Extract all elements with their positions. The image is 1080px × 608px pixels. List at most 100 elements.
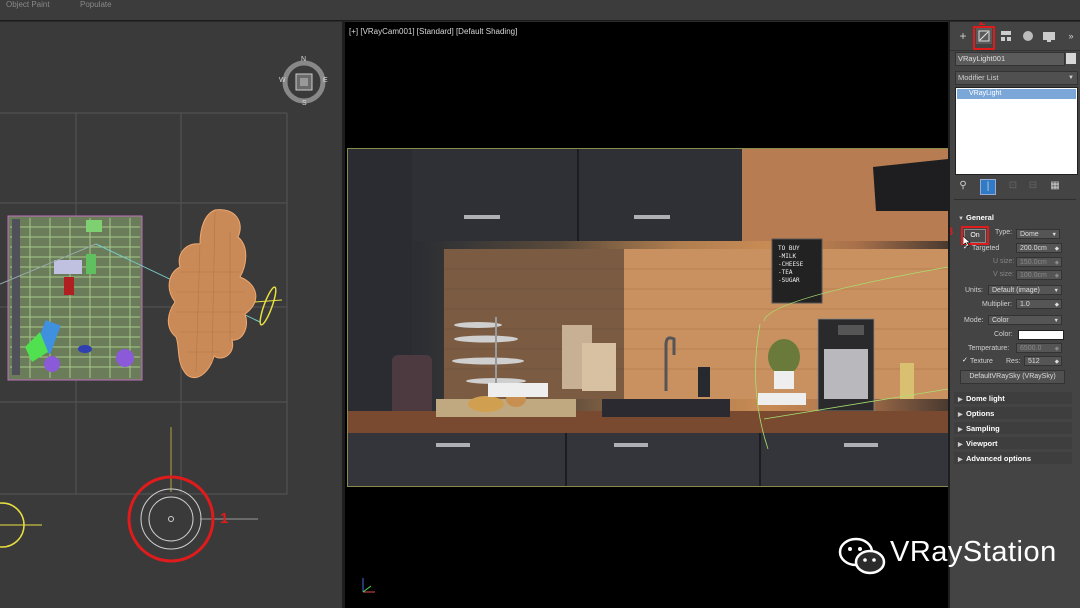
collapse-triangle-icon: ▼	[958, 216, 964, 222]
rollout-label: Viewport	[966, 439, 998, 448]
expand-triangle-icon: ▶	[958, 442, 963, 448]
u-size-spinner[interactable]: 150.0cm ◆	[1016, 257, 1062, 267]
hierarchy-tab-icon[interactable]	[998, 28, 1014, 44]
spinner-arrows-icon: ◆	[1054, 359, 1059, 365]
rollout-dome-light[interactable]: ▶ Dome light	[958, 394, 1005, 403]
temperature-value: 6500.0	[1020, 345, 1042, 352]
create-tab-plus-icon[interactable]: +	[955, 28, 971, 44]
camera-viewport[interactable]: [+] [VRayCam001] [Standard] [Default Sha…	[345, 22, 948, 608]
more-tabs-chevron-icon[interactable]: »	[1063, 28, 1079, 44]
rollout-label: Advanced options	[966, 454, 1032, 463]
expand-triangle-icon: ▶	[958, 397, 963, 403]
res-label: Res:	[1006, 358, 1021, 365]
v-size-label: V size:	[993, 271, 1015, 278]
rollout-advanced-options[interactable]: ▶ Advanced options	[958, 454, 1031, 463]
texture-label: Texture	[970, 358, 993, 365]
units-label: Units:	[965, 287, 983, 294]
stack-item-vraylight[interactable]: VRayLight	[957, 89, 1076, 99]
targeted-spinner[interactable]: 200.0cm ◆	[1016, 243, 1062, 253]
make-unique-icon[interactable]: ⊡	[1006, 179, 1020, 193]
modifier-list-label: Modifier List	[958, 73, 999, 82]
mode-label: Mode:	[964, 317, 984, 324]
expand-triangle-icon: ▶	[958, 457, 963, 463]
mode-dropdown[interactable]: Color ▼	[988, 315, 1062, 325]
object-name-field[interactable]: VRayLight001	[955, 52, 1065, 66]
show-end-result-icon[interactable]: |	[980, 179, 996, 195]
remove-modifier-icon[interactable]: ⊟	[1026, 179, 1040, 193]
kitchen-model-wireframe[interactable]	[7, 215, 143, 381]
multiplier-spinner[interactable]: 1.0 ◆	[1016, 299, 1062, 309]
rollout-options[interactable]: ▶ Options	[958, 409, 994, 418]
kitchen-render	[348, 149, 948, 486]
light-color-swatch[interactable]	[1018, 330, 1064, 340]
chevron-down-icon: ▼	[1053, 288, 1059, 294]
spinner-arrows-icon: ◆	[1054, 260, 1059, 266]
mode-value: Color	[992, 317, 1009, 324]
viewcube-north: N	[301, 56, 307, 63]
viewcube-east: E	[323, 77, 328, 84]
watermark-text: VRayStation	[890, 536, 1057, 568]
command-panel: + » 2 VRayLight001 Modifier List ▼ VRayL…	[950, 22, 1080, 608]
object-paint-tab[interactable]: Object Paint	[6, 0, 50, 9]
rollout-viewport[interactable]: ▶ Viewport	[958, 439, 998, 448]
stack-toolbar: ⚲ | ⊡ ⊟ ▦	[954, 179, 1076, 195]
multiplier-value: 1.0	[1020, 301, 1030, 308]
modifier-list-dropdown[interactable]: Modifier List ▼	[955, 71, 1078, 85]
viewcube[interactable]: N W E S	[279, 56, 328, 107]
pin-stack-icon[interactable]: ⚲	[956, 179, 970, 193]
temperature-label: Temperature:	[968, 345, 1010, 352]
texture-checkbox[interactable]: ✓	[962, 357, 969, 364]
panel-separator	[954, 199, 1076, 200]
chalkboard-line: -MILK	[778, 253, 797, 260]
annotation-number-1: 1	[220, 510, 229, 527]
chevron-down-icon: ▼	[1068, 75, 1074, 81]
spinner-arrows-icon: ◆	[1054, 302, 1059, 308]
viewcube-south: S	[302, 100, 307, 107]
spinner-arrows-icon: ◆	[1054, 346, 1059, 352]
top-viewport-scene	[0, 112, 288, 563]
rollout-sampling[interactable]: ▶ Sampling	[958, 424, 1000, 433]
chalkboard-text: TO BUY -MILK -CHEESE -TEA -SUGAR	[778, 245, 824, 285]
viewport-label[interactable]: [+] [VRayCam001] [Standard] [Default Sha…	[349, 27, 517, 36]
spinner-arrows-icon: ◆	[1054, 246, 1059, 252]
display-tab-icon[interactable]	[1041, 28, 1057, 44]
multiplier-label: Multiplier:	[982, 301, 1012, 308]
rollout-label: Dome light	[966, 394, 1005, 403]
motion-tab-icon[interactable]	[1020, 28, 1036, 44]
populate-tab[interactable]: Populate	[80, 0, 112, 9]
v-size-spinner[interactable]: 100.0cm ◆	[1016, 270, 1062, 280]
light-type-dropdown[interactable]: Dome ▼	[1016, 229, 1060, 239]
annotation-number-3: 3	[950, 226, 954, 238]
rollout-label: Options	[966, 409, 995, 418]
watermark: VRayStation	[838, 534, 1058, 576]
type-label: Type:	[995, 229, 1013, 236]
command-panel-tabs: + »	[950, 22, 1080, 51]
u-size-value: 150.0cm	[1020, 259, 1047, 266]
texture-res-spinner[interactable]: 512 ◆	[1024, 356, 1062, 366]
v-size-value: 100.0cm	[1020, 272, 1047, 279]
modifier-stack[interactable]: VRayLight	[955, 87, 1078, 175]
top-viewport[interactable]: N W E S 1	[0, 22, 342, 608]
chalkboard-line: -SUGAR	[778, 277, 800, 284]
targeted-value: 200.0cm	[1020, 245, 1047, 252]
expand-triangle-icon: ▶	[958, 427, 963, 433]
temperature-spinner[interactable]: 6500.0 ◆	[1016, 343, 1062, 353]
texture-map-button[interactable]: DefaultVRaySky (VRaySky)	[960, 370, 1065, 384]
annotation-box-2	[973, 26, 995, 50]
units-value: Default (image)	[992, 287, 1040, 294]
object-color-swatch[interactable]	[1066, 53, 1076, 64]
targeted-checkbox[interactable]: ✓	[963, 244, 970, 251]
rollout-label: Sampling	[966, 424, 1000, 433]
axis-tripod-icon	[362, 578, 375, 593]
chevron-down-icon: ▼	[1051, 232, 1057, 238]
configure-modifier-sets-icon[interactable]: ▦	[1048, 179, 1062, 193]
expand-triangle-icon: ▶	[958, 412, 963, 418]
annotation-number-2: 2	[979, 22, 986, 28]
general-rollout-title[interactable]: ▼ General	[958, 213, 994, 222]
units-dropdown[interactable]: Default (image) ▼	[988, 285, 1062, 295]
chalkboard-line: -CHEESE	[778, 261, 804, 268]
kitchen-render-frame: TO BUY -MILK -CHEESE -TEA -SUGAR	[347, 148, 948, 487]
u-size-label: U size:	[993, 258, 1015, 265]
top-menu-strip: Object Paint Populate	[0, 0, 1080, 21]
chalkboard-line: -TEA	[778, 269, 793, 276]
